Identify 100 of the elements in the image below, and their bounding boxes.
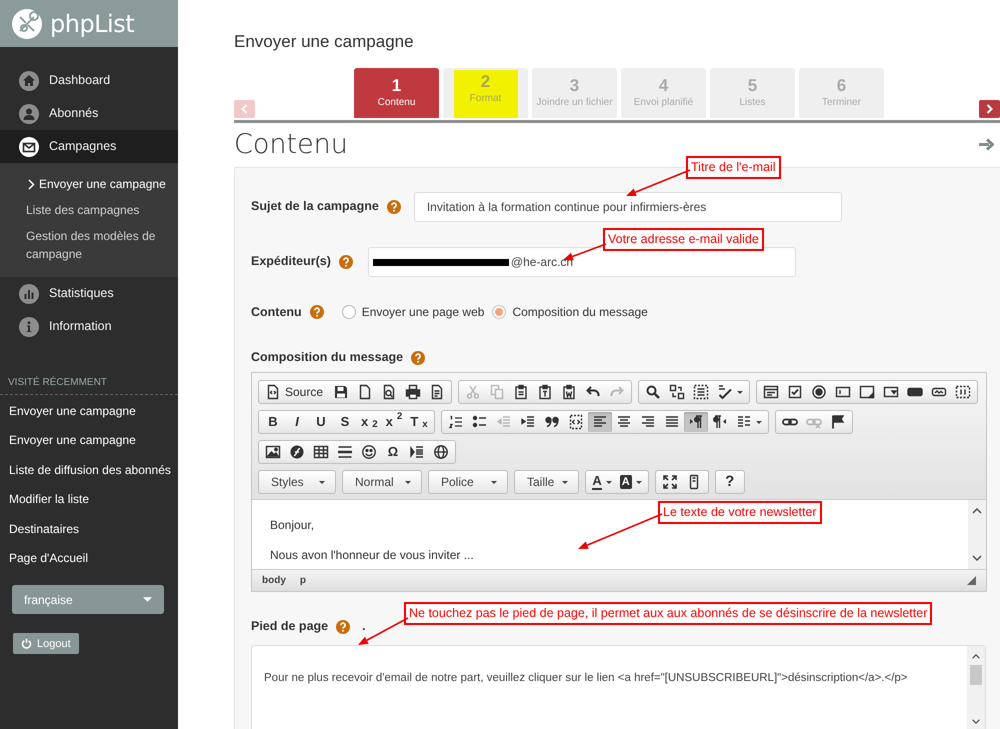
annotation-callout: Votre adresse e-mail valide — [603, 228, 764, 251]
power-icon — [21, 638, 32, 650]
recent-link[interactable]: Modifier la liste — [0, 485, 178, 515]
radio-label: Composition du message — [512, 304, 648, 322]
format-dropdown[interactable]: Styles — [261, 471, 333, 494]
copy-icon — [489, 384, 506, 400]
nav-item[interactable]: Dashboard — [0, 64, 178, 97]
element-path-link[interactable]: p — [300, 573, 306, 588]
scissors-icon — [465, 384, 482, 400]
select-all-icon — [693, 384, 710, 400]
toolbar-button[interactable] — [684, 412, 708, 432]
radio-button[interactable] — [492, 305, 506, 320]
logo-text: phpList — [50, 8, 134, 40]
footer-mark: . — [362, 618, 366, 636]
toolbar-button[interactable]: S — [333, 412, 357, 432]
image-icon — [265, 444, 281, 460]
subject-field[interactable]: Invitation à la formation continue pour infirmiers-ères — [414, 192, 842, 222]
radio-label: Envoyer une page web — [362, 304, 484, 322]
recent-link[interactable]: Destinataires — [0, 514, 178, 544]
maximize-icon — [662, 474, 678, 490]
radio-icon — [811, 384, 828, 400]
annotation-arrow — [358, 617, 408, 645]
hidden-field-icon — [955, 384, 972, 400]
help-icon — [338, 254, 353, 269]
page-break-icon — [409, 444, 425, 460]
toolbar-button[interactable]: B — [261, 412, 285, 432]
toolbar-button[interactable]: x$_{2}$ — [357, 412, 382, 432]
page-title: Envoyer une campagne — [234, 31, 415, 53]
table-icon — [313, 444, 329, 460]
format-dropdown[interactable]: Taille — [517, 471, 576, 494]
toolbar-button[interactable]: ? — [718, 472, 742, 492]
toolbar-button[interactable]: x$^{2}$ — [382, 412, 406, 432]
submenu-label: Gestion des modèles de campagne — [26, 228, 156, 263]
clipboard-icon — [537, 384, 554, 400]
arrow-right-icon — [979, 138, 994, 152]
field-label: Pied de page — [251, 618, 328, 636]
annotation-arrow — [626, 169, 690, 196]
step-tab[interactable]: 1 Contenu — [354, 68, 439, 118]
text-color-button[interactable]: A — [588, 472, 616, 492]
annotation-callout: Titre de l'e-mail — [686, 156, 781, 179]
field-label: Sujet de la campagne — [251, 198, 379, 216]
chevron-right-icon — [986, 104, 993, 114]
toolbar-button[interactable]: Ω — [381, 442, 405, 462]
search-icon — [645, 384, 662, 400]
background-color-button[interactable]: A — [616, 472, 646, 492]
element-path-link[interactable]: body — [262, 573, 286, 588]
flash-icon — [289, 444, 305, 460]
source-button[interactable]: Source — [261, 382, 330, 402]
paragraph-text: Nous avon l'honneur de vous inviter ... — [270, 548, 474, 564]
nav-item[interactable]: Statistiques — [0, 277, 178, 310]
nav-label: Dashboard — [49, 72, 110, 90]
caret-icon — [562, 480, 568, 484]
sender-field[interactable]: @he-arc.ch — [368, 246, 796, 277]
next-button[interactable] — [979, 100, 1000, 118]
recent-link[interactable]: Page d'Accueil — [0, 544, 178, 574]
footer-field[interactable]: Pour ne plus recevoir d'email de notre part, veuillez cliquer sur le lien <a href="[UNSUBSCRIBEURL]">désinscription</a>.</p> — [251, 644, 986, 729]
checkbox-icon — [787, 384, 804, 400]
toolbar-button[interactable] — [588, 412, 612, 432]
clipboard-icon — [513, 384, 530, 400]
submenu-item[interactable]: Liste des campagnes — [0, 197, 178, 223]
format-dropdown[interactable]: Police — [431, 471, 505, 494]
swap-icon — [669, 384, 686, 400]
caret-icon — [405, 480, 411, 484]
paragraph-text: Bonjour, — [270, 518, 314, 534]
horizontal-rule-icon — [337, 444, 353, 460]
numbered-list-icon — [448, 414, 464, 430]
caret-icon — [319, 480, 325, 484]
format-dropdown[interactable]: Normal — [345, 471, 419, 494]
toolbar-button[interactable]: U — [309, 412, 333, 432]
submenu-item[interactable]: Envoyer une campagne — [0, 171, 178, 197]
section-heading: VISITÉ RÉCEMMENT — [0, 375, 178, 395]
recent-link[interactable]: Envoyer une campagne — [0, 397, 178, 426]
annotation-callout: Le texte de votre newsletter — [658, 501, 822, 524]
pilcrow-icon — [712, 414, 728, 430]
nav-item[interactable]: Information — [0, 310, 178, 343]
submenu-label: Envoyer une campagne — [39, 176, 166, 193]
nav-label: Statistiques — [49, 285, 114, 302]
nav-item[interactable]: Campagnes — [0, 130, 178, 163]
nav-item[interactable]: Abonnés — [0, 97, 178, 130]
pilcrow-icon — [688, 414, 704, 430]
field-label: Expéditeur(s) — [251, 253, 331, 270]
submenu-item[interactable]: Gestion des modèles de campagne — [0, 223, 178, 267]
toolbar-button[interactable]: T$_{x}$ — [406, 412, 432, 432]
caret-icon — [491, 480, 497, 484]
toolbar-button[interactable]: I — [285, 412, 309, 432]
scrollbar-thumb[interactable] — [970, 664, 982, 685]
radio-button[interactable] — [342, 305, 356, 320]
field-label: Composition du message — [251, 349, 404, 366]
nav-label: Abonnés — [49, 105, 98, 122]
recent-link[interactable]: Liste de diffusion des abonnés — [0, 456, 178, 486]
resize-grip-icon — [967, 576, 976, 586]
nav-label: Campagnes — [49, 138, 116, 156]
recent-link[interactable]: Envoyer une campagne — [0, 426, 178, 456]
field-label: Contenu — [251, 304, 302, 321]
person-icon — [19, 104, 39, 124]
knot-logo-icon — [12, 8, 42, 38]
spellcheck-icon — [717, 384, 734, 400]
house-icon — [19, 70, 39, 90]
printer-icon — [405, 384, 422, 400]
textarea-icon — [859, 384, 876, 400]
